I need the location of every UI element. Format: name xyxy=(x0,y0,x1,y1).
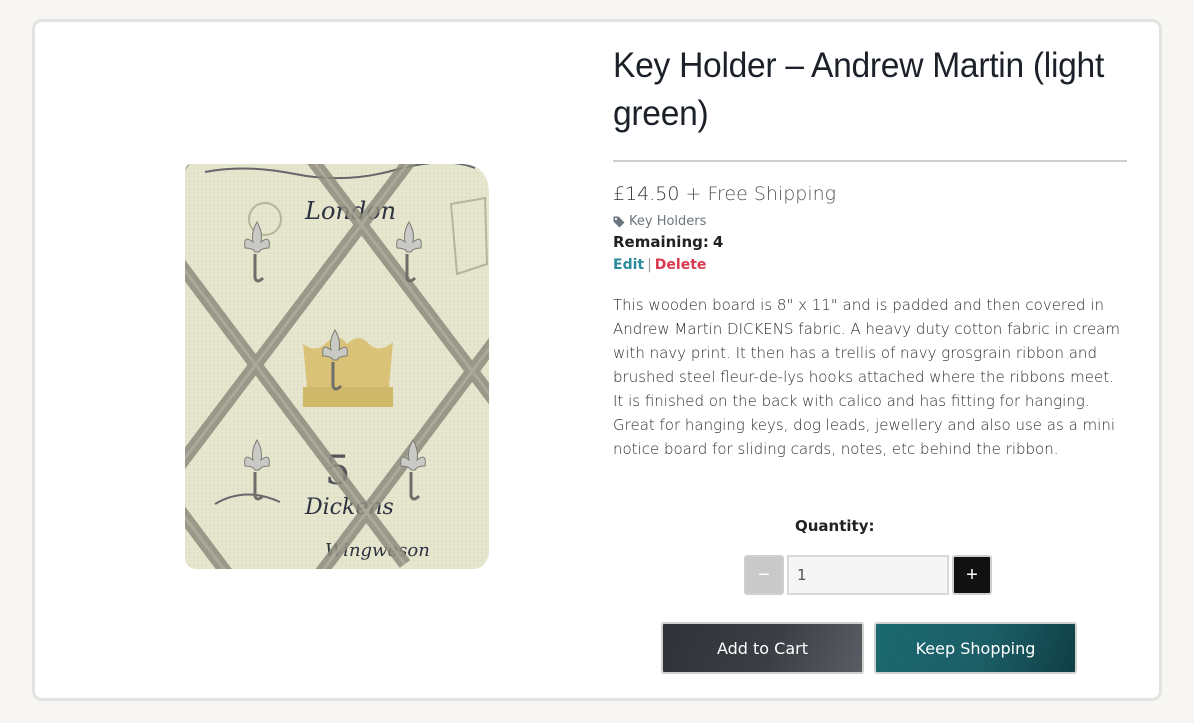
stock-remaining: Remaining: 4 xyxy=(613,233,1127,251)
product-category[interactable]: Key Holders xyxy=(613,214,1127,229)
decrease-quantity-button[interactable]: − xyxy=(744,555,784,595)
quantity-stepper: − + xyxy=(744,555,992,595)
product-price: £14.50 xyxy=(613,183,680,205)
product-description: This wooden board is 8" x 11" and is pad… xyxy=(613,296,1120,458)
category-label[interactable]: Key Holders xyxy=(629,214,706,229)
remaining-label: Remaining: xyxy=(613,233,709,251)
keep-shopping-button[interactable]: Keep Shopping xyxy=(874,622,1077,674)
price-line: £14.50 + Free Shipping xyxy=(613,183,1127,205)
title-divider xyxy=(613,160,1127,162)
product-card: London 5 Dickens Wingweson xyxy=(32,19,1162,701)
quantity-label: Quantity: xyxy=(795,517,875,535)
add-to-cart-button[interactable]: Add to Cart xyxy=(661,622,864,674)
product-details: Key Holder – Andrew Martin (light green)… xyxy=(613,42,1127,461)
product-image-container: London 5 Dickens Wingweson xyxy=(185,164,489,569)
remaining-value: 4 xyxy=(712,233,724,251)
action-separator: | xyxy=(647,257,652,273)
quantity-input[interactable] xyxy=(787,555,949,595)
delete-link[interactable]: Delete xyxy=(655,257,707,273)
edit-link[interactable]: Edit xyxy=(613,257,644,273)
product-title: Key Holder – Andrew Martin (light green) xyxy=(613,46,1104,133)
cart-actions: Add to Cart Keep Shopping xyxy=(661,622,1077,674)
admin-actions: Edit | Delete xyxy=(613,257,1127,273)
increase-quantity-button[interactable]: + xyxy=(952,555,992,595)
product-image: London 5 Dickens Wingweson xyxy=(185,164,489,569)
tag-icon xyxy=(613,216,625,227)
shipping-info: + Free Shipping xyxy=(685,183,837,205)
